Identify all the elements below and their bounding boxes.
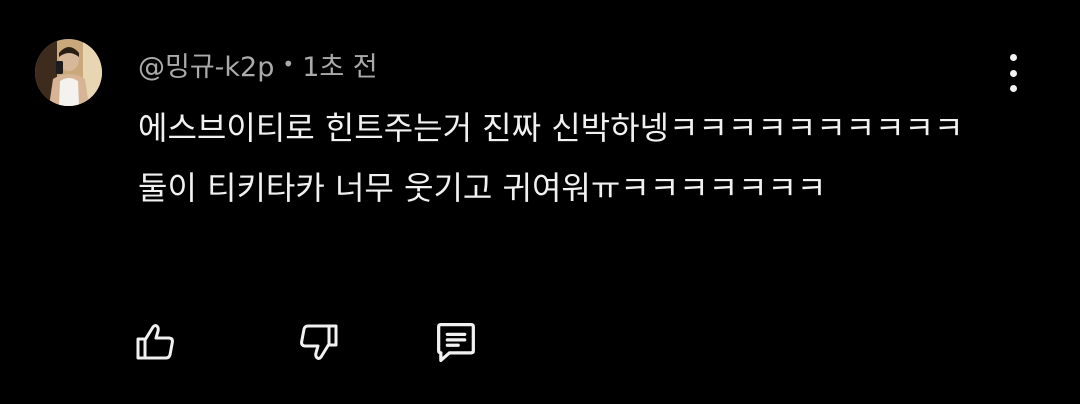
meta-separator: • <box>282 52 295 76</box>
comment-meta: @밍규-k2p • 1초 전 <box>138 44 378 84</box>
author-name[interactable]: @밍규-k2p <box>138 45 274 84</box>
comment-text: 에스브이티로 힌트주는거 진짜 신박하넹ㅋㅋㅋㅋㅋㅋㅋㅋㅋㅋ 둘이 티키타카 너… <box>138 98 998 218</box>
more-vertical-icon-dot <box>1009 69 1017 77</box>
timestamp[interactable]: 1초 전 <box>302 45 377 84</box>
thumbs-down-icon <box>300 324 338 360</box>
avatar[interactable] <box>35 39 102 106</box>
comment-line: 에스브이티로 힌트주는거 진짜 신박하넹ㅋㅋㅋㅋㅋㅋㅋㅋㅋㅋ <box>138 109 964 147</box>
comment-line: 둘이 티키타카 너무 웃기고 귀여워ㅠㅋㅋㅋㅋㅋㅋㅋ <box>138 169 827 207</box>
more-vertical-icon-dot <box>1009 85 1017 92</box>
reply-button[interactable] <box>430 316 482 368</box>
thumbs-up-icon <box>136 324 174 360</box>
comment: @밍규-k2p • 1초 전 에스브이티로 힌트주는거 진짜 신박하넹ㅋㅋㅋㅋㅋ… <box>0 0 1080 404</box>
more-vertical-icon <box>1009 54 1017 61</box>
like-button[interactable] <box>130 316 182 368</box>
dislike-button[interactable] <box>292 316 344 368</box>
avatar-image <box>35 39 102 106</box>
more-options-button[interactable] <box>996 52 1030 94</box>
comment-icon <box>437 323 475 363</box>
